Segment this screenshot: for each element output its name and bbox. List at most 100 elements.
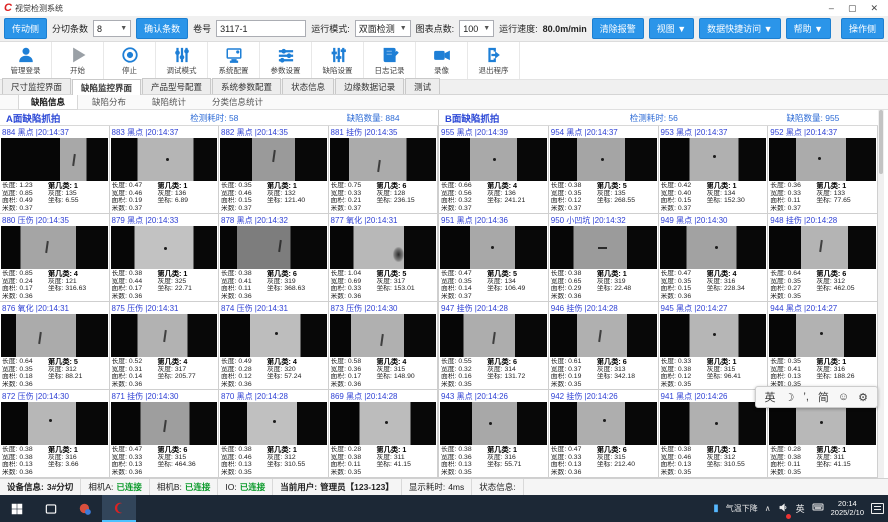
defect-cell[interactable]: 875 压伤 |20:14:31长度: 0.52宽度: 0.31面积: 0.14…: [110, 302, 220, 390]
defect-cell[interactable]: 870 黑点 |20:14:28长度: 0.38宽度: 0.46面积: 0.13…: [219, 390, 329, 478]
defect-cell[interactable]: 947 挂伤 |20:14:28长度: 0.55宽度: 0.32面积: 0.16…: [439, 302, 549, 390]
defect-cell[interactable]: 882 黑点 |20:14:35长度: 0.35宽度: 0.46面积: 0.15…: [219, 126, 329, 214]
tab-尺寸监控界面[interactable]: 尺寸监控界面: [2, 78, 71, 94]
defect-cell[interactable]: 869 黑点 |20:14:28长度: 0.28宽度: 0.38面积: 0.11…: [329, 390, 439, 478]
scrollbar-thumb[interactable]: [879, 110, 883, 174]
operator-side-button[interactable]: 操作侧: [841, 18, 884, 39]
defect-cell[interactable]: 946 挂伤 |20:14:28长度: 0.61宽度: 0.37面积: 0.19…: [549, 302, 659, 390]
defect-gray: 灰度: 134: [707, 190, 766, 197]
defect-cell[interactable]: 942 挂伤 |20:14:26长度: 0.47宽度: 0.33面积: 0.13…: [549, 390, 659, 478]
taskbar-active-app-icon[interactable]: [102, 495, 136, 522]
defect-cell[interactable]: 950 小凹坑 |20:14:32长度: 0.38宽度: 0.65面积: 0.2…: [549, 214, 659, 302]
defect-cell[interactable]: 878 黑点 |20:14:32长度: 0.38宽度: 0.41面积: 0.11…: [219, 214, 329, 302]
confirm-count-button[interactable]: 确认条数: [136, 18, 188, 39]
defect-cell[interactable]: 955 黑点 |20:14:39长度: 0.66宽度: 0.56面积: 0.32…: [439, 126, 549, 214]
toolbar-button-camera[interactable]: 录像: [416, 42, 468, 79]
ime-simplified-toggle[interactable]: 简: [818, 389, 829, 405]
defect-image: [550, 226, 657, 269]
ime-english-toggle[interactable]: 英: [765, 389, 776, 405]
toolbar-button-log[interactable]: 日志记录: [364, 42, 416, 79]
subtab-缺陷分布[interactable]: 缺陷分布: [80, 95, 138, 109]
defect-cell[interactable]: 944 黑点 |20:14:27长度: 0.35宽度: 0.41面积: 0.13…: [768, 302, 878, 390]
ime-toolbar[interactable]: 英 ☽ ’, 简 ☺ ⚙: [755, 386, 878, 408]
clear-alarm-button[interactable]: 清除报警: [592, 18, 644, 39]
defect-meter: 米数: 0.35: [661, 381, 707, 388]
defect-cell[interactable]: 879 黑点 |20:14:33长度: 0.38宽度: 0.44面积: 0.17…: [110, 214, 220, 302]
language-indicator[interactable]: 英: [796, 502, 805, 515]
slit-count-select[interactable]: 8▼: [93, 20, 131, 37]
drive-side-button[interactable]: 传动侧: [4, 18, 47, 39]
toolbar-button-system[interactable]: 系统配置: [208, 42, 260, 79]
task-view-button[interactable]: [34, 495, 68, 522]
tab-测试[interactable]: 测试: [405, 78, 440, 94]
subtab-缺陷统计[interactable]: 缺陷统计: [140, 95, 198, 109]
ime-settings-icon[interactable]: ⚙: [858, 391, 868, 404]
chart-points-select[interactable]: 100▼: [459, 20, 494, 37]
tab-缺陷监控界面[interactable]: 缺陷监控界面: [72, 79, 141, 95]
defect-coord: 坐标: 368.63: [267, 285, 326, 292]
start-button[interactable]: [0, 495, 34, 522]
defect-cell[interactable]: 881 挂伤 |20:14:35长度: 0.75宽度: 0.33面积: 0.21…: [329, 126, 439, 214]
toolbar-button-play[interactable]: 开始: [52, 42, 104, 79]
ime-halfmoon-icon[interactable]: ☽: [785, 391, 795, 404]
subtab-缺陷信息[interactable]: 缺陷信息: [18, 94, 78, 110]
minimize-icon[interactable]: –: [829, 3, 834, 14]
defect-mark-icon: [713, 333, 716, 336]
defect-class-info: 第几类: 6灰度: 313坐标: 342.18: [597, 358, 656, 388]
run-mode-select[interactable]: 双面检测▼: [355, 20, 411, 37]
weather-text[interactable]: 气温下降: [726, 503, 758, 514]
defect-cell[interactable]: 883 黑点 |20:14:37长度: 0.47宽度: 0.46面积: 0.19…: [110, 126, 220, 214]
tab-状态信息[interactable]: 状态信息: [282, 78, 334, 94]
vertical-scrollbar[interactable]: [878, 110, 884, 478]
defect-meter: 米数: 0.35: [441, 469, 487, 476]
defect-mark-icon: [164, 247, 167, 250]
keyboard-icon[interactable]: [812, 500, 824, 518]
speaker-icon[interactable]: [778, 500, 789, 518]
hidden-icons-caret[interactable]: ∧: [765, 504, 771, 513]
action-center-icon[interactable]: [871, 503, 884, 514]
defect-cell[interactable]: 876 氧化 |20:14:31长度: 0.64宽度: 0.35面积: 0.18…: [0, 302, 110, 390]
taskbar-clock[interactable]: 20:14 2025/2/10: [831, 500, 864, 517]
defect-cell[interactable]: 877 氧化 |20:14:31长度: 1.04宽度: 0.69面积: 0.33…: [329, 214, 439, 302]
data-quick-access-button[interactable]: 数据快捷访问 ▼: [699, 18, 780, 39]
ime-emoji-icon[interactable]: ☺: [838, 391, 849, 403]
toolbar-button-defect[interactable]: 缺陷设置: [312, 42, 364, 79]
toolbar-button-debug[interactable]: 调试模式: [156, 42, 208, 79]
defect-cell[interactable]: 943 黑点 |20:14:26长度: 0.38宽度: 0.36面积: 0.13…: [439, 390, 549, 478]
close-icon[interactable]: ✕: [870, 3, 878, 14]
ime-punctuation-toggle[interactable]: ’,: [803, 391, 809, 403]
defect-cell[interactable]: 945 黑点 |20:14:27长度: 0.33宽度: 0.38面积: 0.12…: [659, 302, 769, 390]
toolbar-button-params[interactable]: 参数设置: [260, 42, 312, 79]
defect-cell[interactable]: 951 黑点 |20:14:36长度: 0.47宽度: 0.35面积: 0.14…: [439, 214, 549, 302]
subtab-分类信息统计[interactable]: 分类信息统计: [200, 95, 275, 109]
defect-cell-header: 874 压伤 |20:14:31: [219, 302, 328, 314]
tab-产品型号配置[interactable]: 产品型号配置: [142, 78, 211, 94]
tab-边缘数据记录[interactable]: 边缘数据记录: [335, 78, 404, 94]
defect-cell[interactable]: 949 黑点 |20:14:30长度: 0.47宽度: 0.35面积: 0.15…: [659, 214, 769, 302]
toolbar-button-exit[interactable]: 退出程序: [468, 42, 520, 79]
maximize-icon[interactable]: ▢: [848, 3, 857, 14]
defect-area: 面积: 0.16: [441, 373, 487, 380]
chevron-down-icon: ▼: [115, 25, 127, 32]
view-menu-button[interactable]: 视图 ▼: [649, 18, 694, 39]
help-menu-button[interactable]: 帮助 ▼: [786, 18, 831, 39]
defect-area: 面积: 0.49: [2, 197, 48, 204]
defect-cell[interactable]: 880 压伤 |20:14:35长度: 0.85宽度: 0.24面积: 0.17…: [0, 214, 110, 302]
defect-cell[interactable]: 873 压伤 |20:14:30长度: 0.58宽度: 0.36面积: 0.17…: [329, 302, 439, 390]
toolbar-button-stop[interactable]: 停止: [104, 42, 156, 79]
roll-number-input[interactable]: 3117-1: [216, 20, 306, 37]
defect-cell[interactable]: 884 黑点 |20:14:37长度: 1.23宽度: 0.85面积: 0.49…: [0, 126, 110, 214]
tab-系统参数配置[interactable]: 系统参数配置: [212, 78, 281, 94]
defect-cell[interactable]: 954 黑点 |20:14:37长度: 0.38宽度: 0.35面积: 0.12…: [549, 126, 659, 214]
defect-cell[interactable]: 952 黑点 |20:14:37长度: 0.36宽度: 0.33面积: 0.11…: [768, 126, 878, 214]
defect-area: 面积: 0.13: [661, 461, 707, 468]
defect-cell[interactable]: 872 压伤 |20:14:30长度: 0.38宽度: 0.38面积: 0.13…: [0, 390, 110, 478]
defect-cell[interactable]: 874 压伤 |20:14:31长度: 0.49宽度: 0.28面积: 0.12…: [219, 302, 329, 390]
defect-cell[interactable]: 871 挂伤 |20:14:30长度: 0.47宽度: 0.33面积: 0.13…: [110, 390, 220, 478]
defect-cell[interactable]: 948 挂伤 |20:14:28长度: 0.64宽度: 0.35面积: 0.27…: [768, 214, 878, 302]
defect-cell[interactable]: 953 黑点 |20:14:37长度: 0.42宽度: 0.40面积: 0.15…: [659, 126, 769, 214]
defect-cell[interactable]: 941 黑点 |20:14:26长度: 0.38宽度: 0.46面积: 0.13…: [659, 390, 769, 478]
taskbar-app-icon[interactable]: [68, 495, 102, 522]
toolbar-button-user[interactable]: 管理登录: [0, 42, 52, 79]
thermometer-icon[interactable]: ▮: [713, 503, 719, 514]
